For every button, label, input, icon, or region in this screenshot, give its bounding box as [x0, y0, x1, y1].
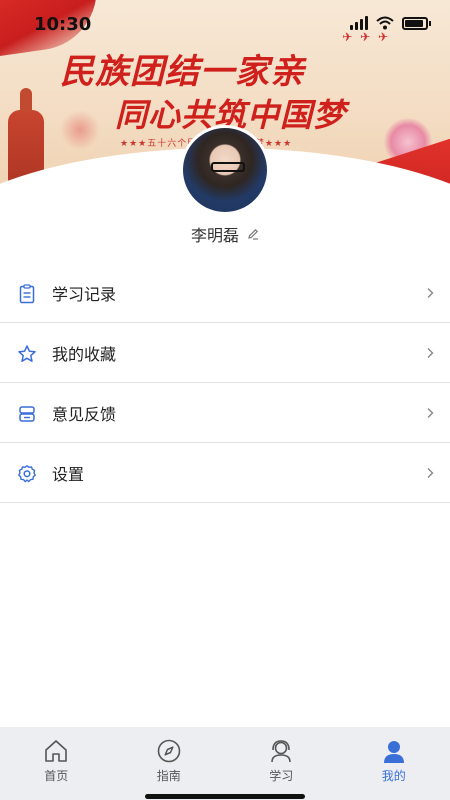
tab-home[interactable]: 首页 [0, 727, 113, 800]
user-avatar[interactable] [180, 125, 270, 215]
clipboard-icon [19, 284, 35, 304]
username-row: 李明磊 [0, 222, 450, 246]
feedback-icon [19, 406, 35, 422]
avatar-illustration [211, 162, 245, 172]
menu-item-feedback[interactable]: 意见反馈 [0, 383, 450, 443]
status-icons [350, 16, 431, 30]
tab-label: 指南 [156, 769, 181, 783]
signal-icon [350, 16, 368, 30]
wifi-icon [376, 16, 394, 30]
chevron-right-icon [427, 408, 434, 418]
menu-item-label: 我的收藏 [52, 344, 117, 364]
tab-label: 学习 [269, 769, 294, 783]
menu-item-favorites[interactable]: 我的收藏 [0, 323, 450, 383]
bottom-tab-bar: 首页 指南 学习 我的 [0, 727, 450, 800]
home-icon [45, 740, 68, 762]
menu-item-study-records[interactable]: 学习记录 [0, 263, 450, 323]
tab-label: 我的 [381, 769, 406, 783]
edit-icon[interactable] [247, 228, 259, 240]
username: 李明磊 [190, 226, 239, 245]
menu-item-label: 学习记录 [52, 284, 117, 304]
tab-label: 首页 [44, 769, 69, 783]
menu-item-settings[interactable]: 设置 [0, 443, 450, 503]
firework-decoration [60, 110, 100, 150]
tab-mine[interactable]: 我的 [338, 727, 450, 800]
star-icon [18, 345, 36, 362]
chevron-right-icon [427, 348, 434, 358]
gear-icon [18, 465, 36, 483]
status-bar: 10:30 [0, 0, 450, 50]
compass-icon [157, 739, 181, 763]
chevron-right-icon [427, 468, 434, 478]
banner-slogan-line1: 民族团结一家亲 [60, 52, 305, 92]
menu-item-label: 设置 [52, 464, 85, 484]
chevron-right-icon [427, 288, 434, 298]
battery-icon [402, 16, 431, 30]
tab-guide[interactable]: 指南 [113, 727, 226, 800]
status-time: 10:30 [34, 14, 92, 35]
profile-menu: 学习记录 我的收藏 意见反馈 设置 [0, 263, 450, 503]
home-indicator [145, 794, 305, 799]
menu-item-label: 意见反馈 [52, 404, 117, 424]
user-icon [383, 741, 404, 763]
headset-icon [271, 740, 292, 763]
tab-study[interactable]: 学习 [225, 727, 338, 800]
